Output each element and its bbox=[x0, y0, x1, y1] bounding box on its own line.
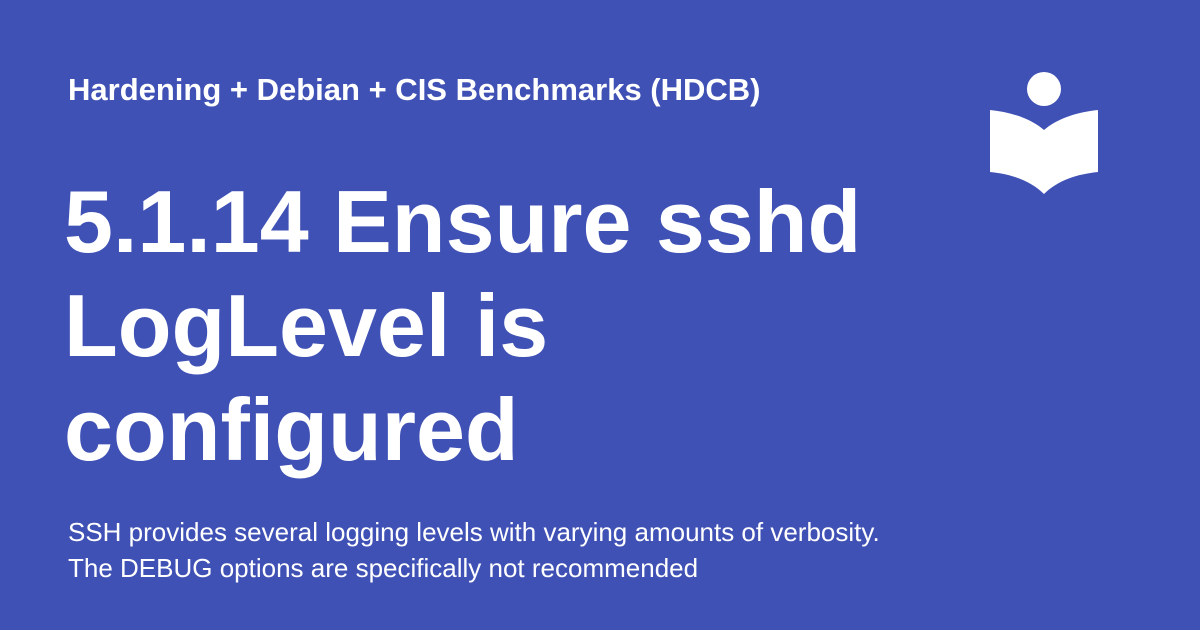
open-book bbox=[990, 110, 1098, 194]
reader-book-icon bbox=[990, 72, 1098, 194]
page-description: SSH provides several logging levels with… bbox=[68, 517, 880, 583]
site-name: Hardening + Debian + CIS Benchmarks (HDC… bbox=[68, 72, 761, 107]
page-title: 5.1.14 Ensure sshd LogLevel is configure… bbox=[64, 172, 862, 479]
reader-head bbox=[1027, 72, 1061, 106]
